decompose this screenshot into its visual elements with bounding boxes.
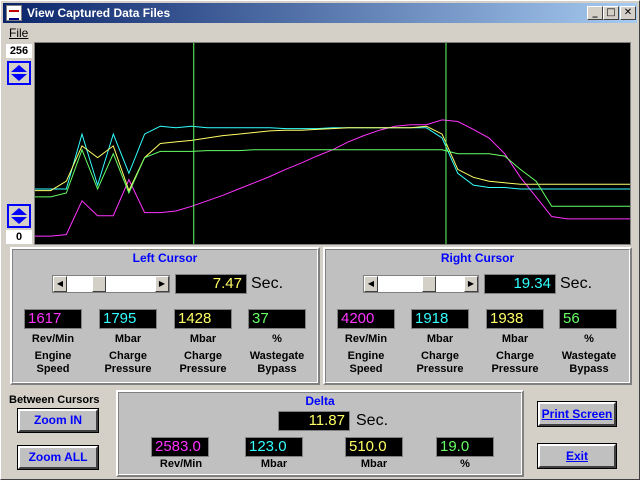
left-mbar1-value: 1795 bbox=[99, 309, 157, 329]
right-rev-value: 4200 bbox=[337, 309, 395, 329]
delta-rev-unit: Rev/Min bbox=[159, 458, 203, 470]
left-time-display: 7.47 bbox=[175, 274, 247, 294]
slider-right-arrow-icon[interactable]: ▶ bbox=[155, 276, 169, 292]
up-down-arrow-icon bbox=[11, 208, 27, 224]
maximize-icon[interactable]: □ bbox=[603, 6, 619, 20]
scale-up-button[interactable] bbox=[7, 61, 31, 85]
print-screen-button[interactable]: Print Screen bbox=[537, 401, 617, 427]
left-pct-caption: Wastegate Bypass bbox=[249, 350, 305, 375]
right-mbar2-caption: Charge Pressure bbox=[491, 350, 539, 375]
slider-left-arrow-icon[interactable]: ◀ bbox=[364, 276, 378, 292]
exit-button[interactable]: Exit bbox=[537, 443, 617, 469]
delta-mbar1-value: 123.0 bbox=[245, 437, 303, 457]
delta-sec-label: Sec. bbox=[356, 412, 389, 429]
series-line-1 bbox=[35, 125, 630, 190]
slider-right-arrow-icon[interactable]: ▶ bbox=[464, 276, 478, 292]
left-rev-unit: Rev/Min bbox=[31, 333, 75, 345]
right-rev-unit: Rev/Min bbox=[344, 333, 388, 345]
delta-mbar2-unit: Mbar bbox=[360, 458, 388, 470]
left-pct-unit: % bbox=[272, 333, 282, 345]
scale-max-label: 256 bbox=[6, 44, 32, 58]
delta-pct-unit: % bbox=[460, 458, 470, 470]
scale-min-label: 0 bbox=[6, 230, 32, 244]
right-mbar1-value: 1918 bbox=[411, 309, 469, 329]
left-mbar1-unit: Mbar bbox=[114, 333, 142, 345]
delta-time-display: 11.87 bbox=[278, 411, 350, 431]
left-pct-value: 37 bbox=[248, 309, 306, 329]
title-bar[interactable]: View Captured Data Files _ □ ✕ bbox=[3, 3, 637, 23]
left-cursor-title: Left Cursor bbox=[132, 251, 198, 265]
delta-title: Delta bbox=[305, 394, 335, 408]
right-mbar2-unit: Mbar bbox=[501, 333, 529, 345]
menu-file[interactable]: File bbox=[9, 26, 28, 40]
right-cursor-title: Right Cursor bbox=[440, 251, 515, 265]
right-time-display: 19.34 bbox=[484, 274, 556, 294]
scale-down-button[interactable] bbox=[7, 204, 31, 228]
zoom-all-button[interactable]: Zoom ALL bbox=[17, 445, 99, 470]
close-icon[interactable]: ✕ bbox=[620, 6, 636, 20]
right-rev-caption: Engine Speed bbox=[347, 350, 385, 375]
delta-rev-value: 2583.0 bbox=[151, 437, 209, 457]
right-sec-label: Sec. bbox=[560, 275, 593, 292]
right-pct-caption: Wastegate Bypass bbox=[561, 350, 617, 375]
up-down-arrow-icon bbox=[11, 65, 27, 81]
right-mbar1-caption: Charge Pressure bbox=[416, 350, 464, 375]
delta-mbar2-value: 510.0 bbox=[345, 437, 403, 457]
app-icon[interactable] bbox=[6, 5, 22, 21]
left-cursor-panel: Left Cursor ◀ ▶ 7.47 Sec. 1617 1795 1428… bbox=[10, 247, 320, 385]
right-mbar1-unit: Mbar bbox=[426, 333, 454, 345]
left-sec-label: Sec. bbox=[251, 275, 284, 292]
slider-thumb[interactable] bbox=[422, 276, 436, 292]
delta-panel: Delta 11.87 Sec. 2583.0 123.0 510.0 19.0… bbox=[116, 390, 524, 477]
left-mbar2-caption: Charge Pressure bbox=[179, 350, 227, 375]
left-mbar2-unit: Mbar bbox=[189, 333, 217, 345]
minimize-icon[interactable]: _ bbox=[587, 6, 603, 20]
plot-canvas[interactable] bbox=[35, 43, 630, 244]
right-cursor-slider[interactable]: ◀ ▶ bbox=[363, 275, 479, 293]
left-rev-value: 1617 bbox=[24, 309, 82, 329]
delta-mbar1-unit: Mbar bbox=[260, 458, 288, 470]
between-cursors-label: Between Cursors bbox=[9, 394, 100, 406]
app-window: View Captured Data Files _ □ ✕ File 256 … bbox=[0, 0, 640, 480]
delta-pct-value: 19.0 bbox=[436, 437, 494, 457]
data-plot[interactable] bbox=[34, 42, 631, 245]
left-cursor-slider[interactable]: ◀ ▶ bbox=[52, 275, 170, 293]
right-cursor-panel: Right Cursor ◀ ▶ 19.34 Sec. 4200 1918 19… bbox=[323, 247, 632, 385]
left-mbar1-caption: Charge Pressure bbox=[104, 350, 152, 375]
zoom-in-button[interactable]: Zoom IN bbox=[17, 408, 99, 433]
right-mbar2-value: 1938 bbox=[486, 309, 544, 329]
right-pct-value: 56 bbox=[559, 309, 617, 329]
left-rev-caption: Engine Speed bbox=[34, 350, 72, 375]
window-title: View Captured Data Files bbox=[27, 6, 171, 20]
slider-left-arrow-icon[interactable]: ◀ bbox=[53, 276, 67, 292]
menu-bar: File bbox=[3, 24, 637, 42]
right-pct-unit: % bbox=[584, 333, 594, 345]
slider-thumb[interactable] bbox=[92, 276, 106, 292]
left-mbar2-value: 1428 bbox=[174, 309, 232, 329]
